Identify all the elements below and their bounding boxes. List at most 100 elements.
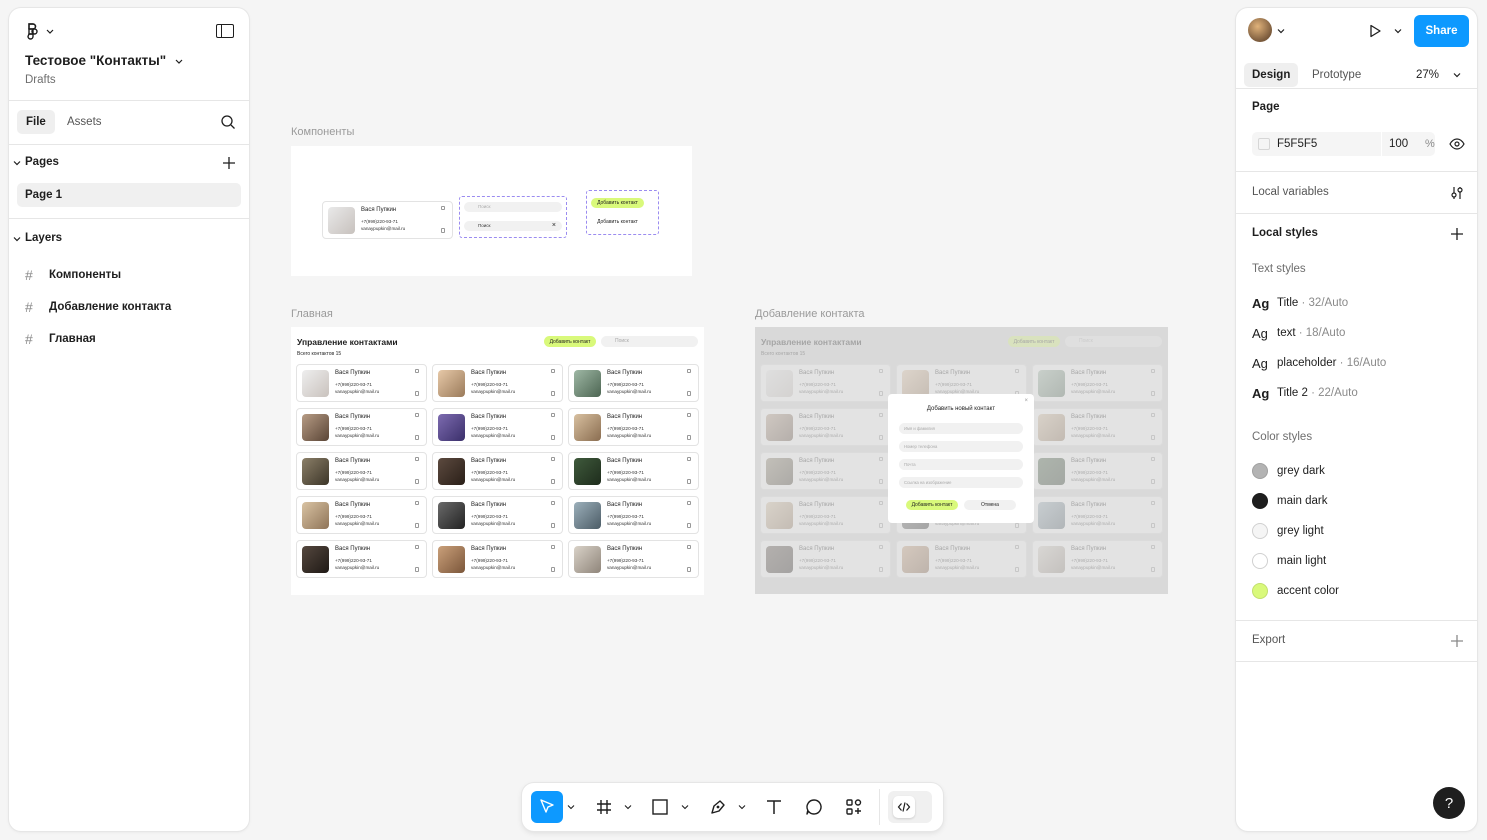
- avatar: [574, 370, 601, 397]
- card-email: vanaypupkin@mail.ru: [335, 389, 380, 394]
- page-color-field[interactable]: F5F5F5 100 %: [1252, 132, 1435, 156]
- trash-icon: [1151, 523, 1155, 528]
- dev-mode-toggle[interactable]: [888, 791, 932, 823]
- frame-tool-button[interactable]: [588, 791, 620, 823]
- eye-icon[interactable]: [1449, 137, 1465, 151]
- page-opacity-value[interactable]: 100: [1389, 132, 1408, 156]
- trash-icon: [687, 523, 691, 528]
- text-style-item[interactable]: Ag Title 2 · 22/Auto: [1252, 383, 1358, 403]
- chevron-down-icon[interactable]: [1394, 27, 1402, 35]
- layer-item[interactable]: # Компоненты: [25, 263, 121, 287]
- variables-settings-icon[interactable]: [1449, 185, 1465, 201]
- trash-icon: [879, 435, 883, 440]
- avatar[interactable]: [1248, 18, 1272, 42]
- component-button-set[interactable]: Добавить контакт Добавить контакт: [586, 190, 659, 235]
- contact-card: Вася Пупкин +7(999)220-93-71 vanaypupkin@m…: [568, 364, 699, 402]
- comment-tool-button[interactable]: [798, 791, 830, 823]
- chevron-down-icon[interactable]: [13, 235, 21, 243]
- frame-add-contact[interactable]: Управление контактами Всего контактов 15…: [755, 327, 1168, 594]
- share-button[interactable]: Share: [1414, 15, 1469, 47]
- move-tool-button[interactable]: [531, 791, 563, 823]
- rectangle-tool-button[interactable]: [644, 791, 676, 823]
- card-name: Вася Пупкин: [607, 458, 643, 464]
- color-swatch[interactable]: [1258, 138, 1270, 150]
- main-search-input: Поиск: [601, 336, 698, 347]
- card-email: vanaypupkin@mail.ru: [335, 565, 380, 570]
- main-add-button: Добавить контакт: [544, 336, 596, 347]
- trash-icon: [415, 567, 419, 572]
- layer-item[interactable]: # Главная: [25, 327, 96, 351]
- search-icon[interactable]: [220, 114, 236, 130]
- edit-icon: [1151, 501, 1155, 505]
- tab-assets[interactable]: Assets: [67, 110, 102, 134]
- bottom-toolbar: [522, 783, 943, 831]
- frame-components[interactable]: Вася Пупкин +7(999)220-93-71 vanaypupkin…: [291, 146, 692, 276]
- component-search-set[interactable]: Поиск Поиск ×: [459, 196, 567, 238]
- page-color-value[interactable]: F5F5F5: [1277, 132, 1317, 156]
- chevron-down-icon[interactable]: [738, 803, 746, 811]
- chevron-down-icon[interactable]: [13, 159, 21, 167]
- play-icon[interactable]: [1367, 23, 1383, 39]
- chevron-down-icon[interactable]: [1453, 63, 1461, 87]
- card-email: vanaypupkin@mail.ru: [471, 389, 516, 394]
- card-name: Вася Пупкин: [471, 414, 507, 420]
- add-contact-modal[interactable]: Добавить новый контакт × Имя и фамилия Но…: [888, 394, 1034, 523]
- add-page-icon[interactable]: [222, 156, 236, 170]
- color-style-item[interactable]: main dark: [1252, 491, 1328, 511]
- frame-label-components[interactable]: Компоненты: [291, 126, 354, 138]
- main-menu-button[interactable]: [25, 22, 59, 40]
- color-style-item[interactable]: grey dark: [1252, 461, 1325, 481]
- chevron-down-icon[interactable]: [681, 803, 689, 811]
- frame-label-add-contact[interactable]: Добавление контакта: [755, 308, 865, 320]
- edit-icon: [1151, 413, 1155, 417]
- card-name: Вася Пупкин: [935, 546, 971, 552]
- text-style-item[interactable]: Ag Title · 32/Auto: [1252, 293, 1348, 313]
- main-add-button-dimmed: Добавить контакт: [1008, 336, 1060, 347]
- pen-icon: [711, 800, 725, 814]
- avatar: [1038, 414, 1065, 441]
- component-card[interactable]: Вася Пупкин +7(999)220-93-71 vanaypupkin…: [322, 201, 453, 239]
- edit-icon: [879, 457, 883, 461]
- help-button[interactable]: ?: [1433, 787, 1465, 819]
- chevron-down-icon[interactable]: [1277, 27, 1285, 35]
- color-style-item[interactable]: accent color: [1252, 581, 1339, 601]
- trash-icon: [1151, 391, 1155, 396]
- pen-tool-button[interactable]: [702, 791, 734, 823]
- resources-tool-button[interactable]: [838, 791, 870, 823]
- card-name: Вася Пупкин: [335, 546, 371, 552]
- frame-main[interactable]: Управление контактами Всего контактов 15…: [291, 327, 704, 595]
- trash-icon: [879, 523, 883, 528]
- add-export-icon[interactable]: [1450, 634, 1464, 648]
- add-style-icon[interactable]: [1450, 227, 1464, 241]
- color-style-item[interactable]: grey light: [1252, 521, 1324, 541]
- tab-prototype[interactable]: Prototype: [1312, 63, 1361, 87]
- page-item[interactable]: Page 1: [17, 183, 241, 207]
- file-title[interactable]: Тестовое "Контакты": [25, 53, 184, 68]
- card-email: vanaypupkin@mail.ru: [799, 433, 844, 438]
- chevron-down-icon[interactable]: [624, 803, 632, 811]
- color-style-item[interactable]: main light: [1252, 551, 1326, 571]
- layer-item[interactable]: # Добавление контакта: [25, 295, 171, 319]
- edit-icon: [415, 413, 419, 417]
- tab-file[interactable]: File: [17, 110, 55, 134]
- text-style-item[interactable]: Ag text · 18/Auto: [1252, 323, 1345, 343]
- chevron-down-icon[interactable]: [567, 803, 575, 811]
- text-style-item[interactable]: Ag placeholder · 16/Auto: [1252, 353, 1386, 373]
- zoom-level[interactable]: 27%: [1416, 63, 1439, 87]
- local-variables-label[interactable]: Local variables: [1252, 186, 1329, 198]
- color-style-name: main dark: [1277, 495, 1328, 507]
- avatar: [766, 458, 793, 485]
- card-phone: +7(999)220-93-71: [1071, 514, 1108, 519]
- tab-design[interactable]: Design: [1244, 63, 1299, 87]
- card-name: Вася Пупкин: [1071, 502, 1107, 508]
- toggle-sidebar-icon[interactable]: [216, 24, 234, 38]
- card-name: Вася Пупкин: [607, 502, 643, 508]
- text-style-glyph: Ag: [1252, 295, 1270, 311]
- card-email: vanaypupkin@mail.ru: [1071, 477, 1116, 482]
- avatar: [438, 414, 465, 441]
- main-title: Управление контактами: [297, 337, 398, 347]
- contact-card: Вася Пупкин +7(999)220-93-71 vanaypupkin@m…: [896, 540, 1027, 578]
- avatar: [302, 546, 329, 573]
- text-tool-button[interactable]: [758, 791, 790, 823]
- frame-label-main[interactable]: Главная: [291, 308, 333, 320]
